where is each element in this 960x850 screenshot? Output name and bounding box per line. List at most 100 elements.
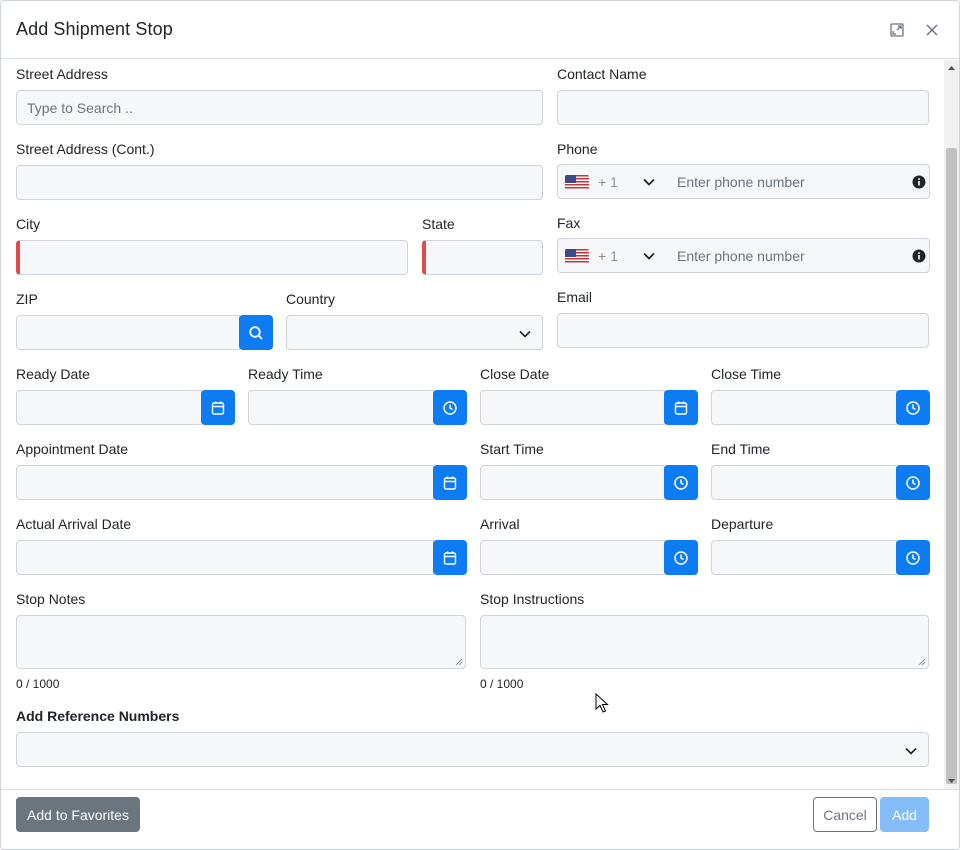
phone-placeholder: Enter phone number — [677, 174, 805, 190]
start-time-label: Start Time — [480, 441, 544, 457]
appointment-date-input[interactable] — [16, 465, 434, 500]
stop-instructions-label: Stop Instructions — [480, 591, 585, 607]
city-input[interactable] — [16, 240, 408, 275]
scrollbar-thumb[interactable] — [946, 148, 957, 784]
info-icon[interactable] — [912, 249, 926, 263]
phone-dial-code: + 1 — [598, 174, 618, 190]
street-address-cont-input[interactable] — [16, 165, 543, 200]
appointment-date-picker-button[interactable] — [433, 465, 467, 500]
clock-icon — [906, 400, 920, 415]
add-shipment-stop-modal: Add Shipment Stop Street Address Type to… — [0, 0, 960, 850]
info-icon[interactable] — [912, 175, 926, 189]
vertical-scrollbar[interactable] — [944, 60, 959, 789]
country-select[interactable] — [286, 315, 543, 350]
zip-input[interactable] — [16, 315, 240, 350]
mouse-cursor-icon — [595, 693, 609, 713]
close-icon[interactable] — [922, 20, 942, 40]
form-body: Street Address Type to Search .. Contact… — [1, 60, 959, 789]
close-date-picker-button[interactable] — [664, 390, 698, 425]
street-address-label: Street Address — [16, 66, 108, 82]
us-flag-icon[interactable] — [565, 175, 589, 190]
resize-handle-icon[interactable] — [917, 657, 926, 666]
close-date-label: Close Date — [480, 366, 550, 382]
street-address-placeholder: Type to Search .. — [27, 99, 133, 116]
stop-instructions-counter: 0 / 1000 — [480, 677, 524, 691]
actual-arrival-date-picker-button[interactable] — [433, 540, 467, 575]
end-time-picker-button[interactable] — [896, 465, 930, 500]
zip-label: ZIP — [16, 291, 38, 307]
close-time-label: Close Time — [711, 366, 782, 382]
us-flag-icon[interactable] — [565, 249, 589, 264]
cancel-button[interactable]: Cancel — [813, 797, 877, 832]
actual-arrival-date-input[interactable] — [16, 540, 434, 575]
calendar-icon — [443, 551, 457, 565]
ready-time-label: Ready Time — [248, 366, 323, 382]
end-time-input[interactable] — [711, 465, 897, 500]
clock-icon — [906, 550, 920, 565]
ready-date-label: Ready Date — [16, 366, 90, 382]
phone-input-group[interactable]: + 1 Enter phone number — [557, 164, 930, 199]
departure-label: Departure — [711, 516, 774, 532]
modal-header: Add Shipment Stop — [1, 1, 959, 59]
state-input[interactable] — [422, 240, 543, 275]
close-date-input[interactable] — [480, 390, 665, 425]
start-time-input[interactable] — [480, 465, 665, 500]
reference-numbers-select[interactable] — [16, 732, 929, 767]
email-input[interactable] — [557, 313, 929, 348]
reference-numbers-label: Add Reference Numbers — [16, 708, 180, 724]
close-time-picker-button[interactable] — [896, 390, 930, 425]
arrival-label: Arrival — [480, 516, 520, 532]
street-address-cont-label: Street Address (Cont.) — [16, 141, 155, 157]
ready-date-picker-button[interactable] — [201, 390, 235, 425]
email-label: Email — [557, 289, 593, 305]
add-button[interactable]: Add — [880, 797, 929, 832]
departure-time-picker-button[interactable] — [896, 540, 930, 575]
street-address-input[interactable]: Type to Search .. — [16, 90, 543, 125]
city-label: City — [16, 216, 41, 232]
modal-footer: Add to Favorites Cancel Add — [1, 789, 959, 850]
search-icon — [249, 325, 263, 340]
state-label: State — [422, 216, 455, 232]
fax-label: Fax — [557, 215, 581, 231]
ready-time-input[interactable] — [248, 390, 434, 425]
stop-notes-counter: 0 / 1000 — [16, 677, 60, 691]
expand-icon[interactable] — [887, 20, 907, 40]
clock-icon — [674, 550, 688, 565]
chevron-down-icon[interactable] — [642, 249, 656, 263]
chevron-down-icon — [519, 330, 531, 338]
scroll-down-icon[interactable] — [947, 777, 956, 786]
add-to-favorites-button[interactable]: Add to Favorites — [16, 797, 140, 832]
fax-input-group[interactable]: + 1 Enter phone number — [557, 238, 930, 273]
clock-icon — [674, 475, 688, 490]
start-time-picker-button[interactable] — [664, 465, 698, 500]
fax-dial-code: + 1 — [598, 248, 618, 264]
chevron-down-icon — [905, 747, 917, 755]
arrival-input[interactable] — [480, 540, 665, 575]
clock-icon — [906, 475, 920, 490]
country-label: Country — [286, 291, 336, 307]
ready-date-input[interactable] — [16, 390, 202, 425]
ready-time-picker-button[interactable] — [433, 390, 467, 425]
calendar-icon — [674, 401, 688, 415]
contact-name-input[interactable] — [557, 90, 929, 125]
end-time-label: End Time — [711, 441, 771, 457]
contact-name-label: Contact Name — [557, 66, 647, 82]
stop-notes-label: Stop Notes — [16, 591, 86, 607]
appointment-date-label: Appointment Date — [16, 441, 129, 457]
fax-placeholder: Enter phone number — [677, 248, 805, 264]
modal-title: Add Shipment Stop — [16, 19, 173, 39]
resize-handle-icon[interactable] — [454, 657, 463, 666]
clock-icon — [443, 400, 457, 415]
actual-arrival-date-label: Actual Arrival Date — [16, 516, 132, 532]
phone-label: Phone — [557, 141, 598, 157]
arrival-time-picker-button[interactable] — [664, 540, 698, 575]
chevron-down-icon[interactable] — [642, 175, 656, 189]
close-time-input[interactable] — [711, 390, 897, 425]
scroll-up-icon[interactable] — [947, 63, 956, 72]
departure-input[interactable] — [711, 540, 897, 575]
zip-search-button[interactable] — [239, 315, 273, 350]
stop-notes-textarea[interactable] — [16, 615, 466, 669]
calendar-icon — [443, 476, 457, 490]
calendar-icon — [211, 401, 225, 415]
stop-instructions-textarea[interactable] — [480, 615, 929, 669]
